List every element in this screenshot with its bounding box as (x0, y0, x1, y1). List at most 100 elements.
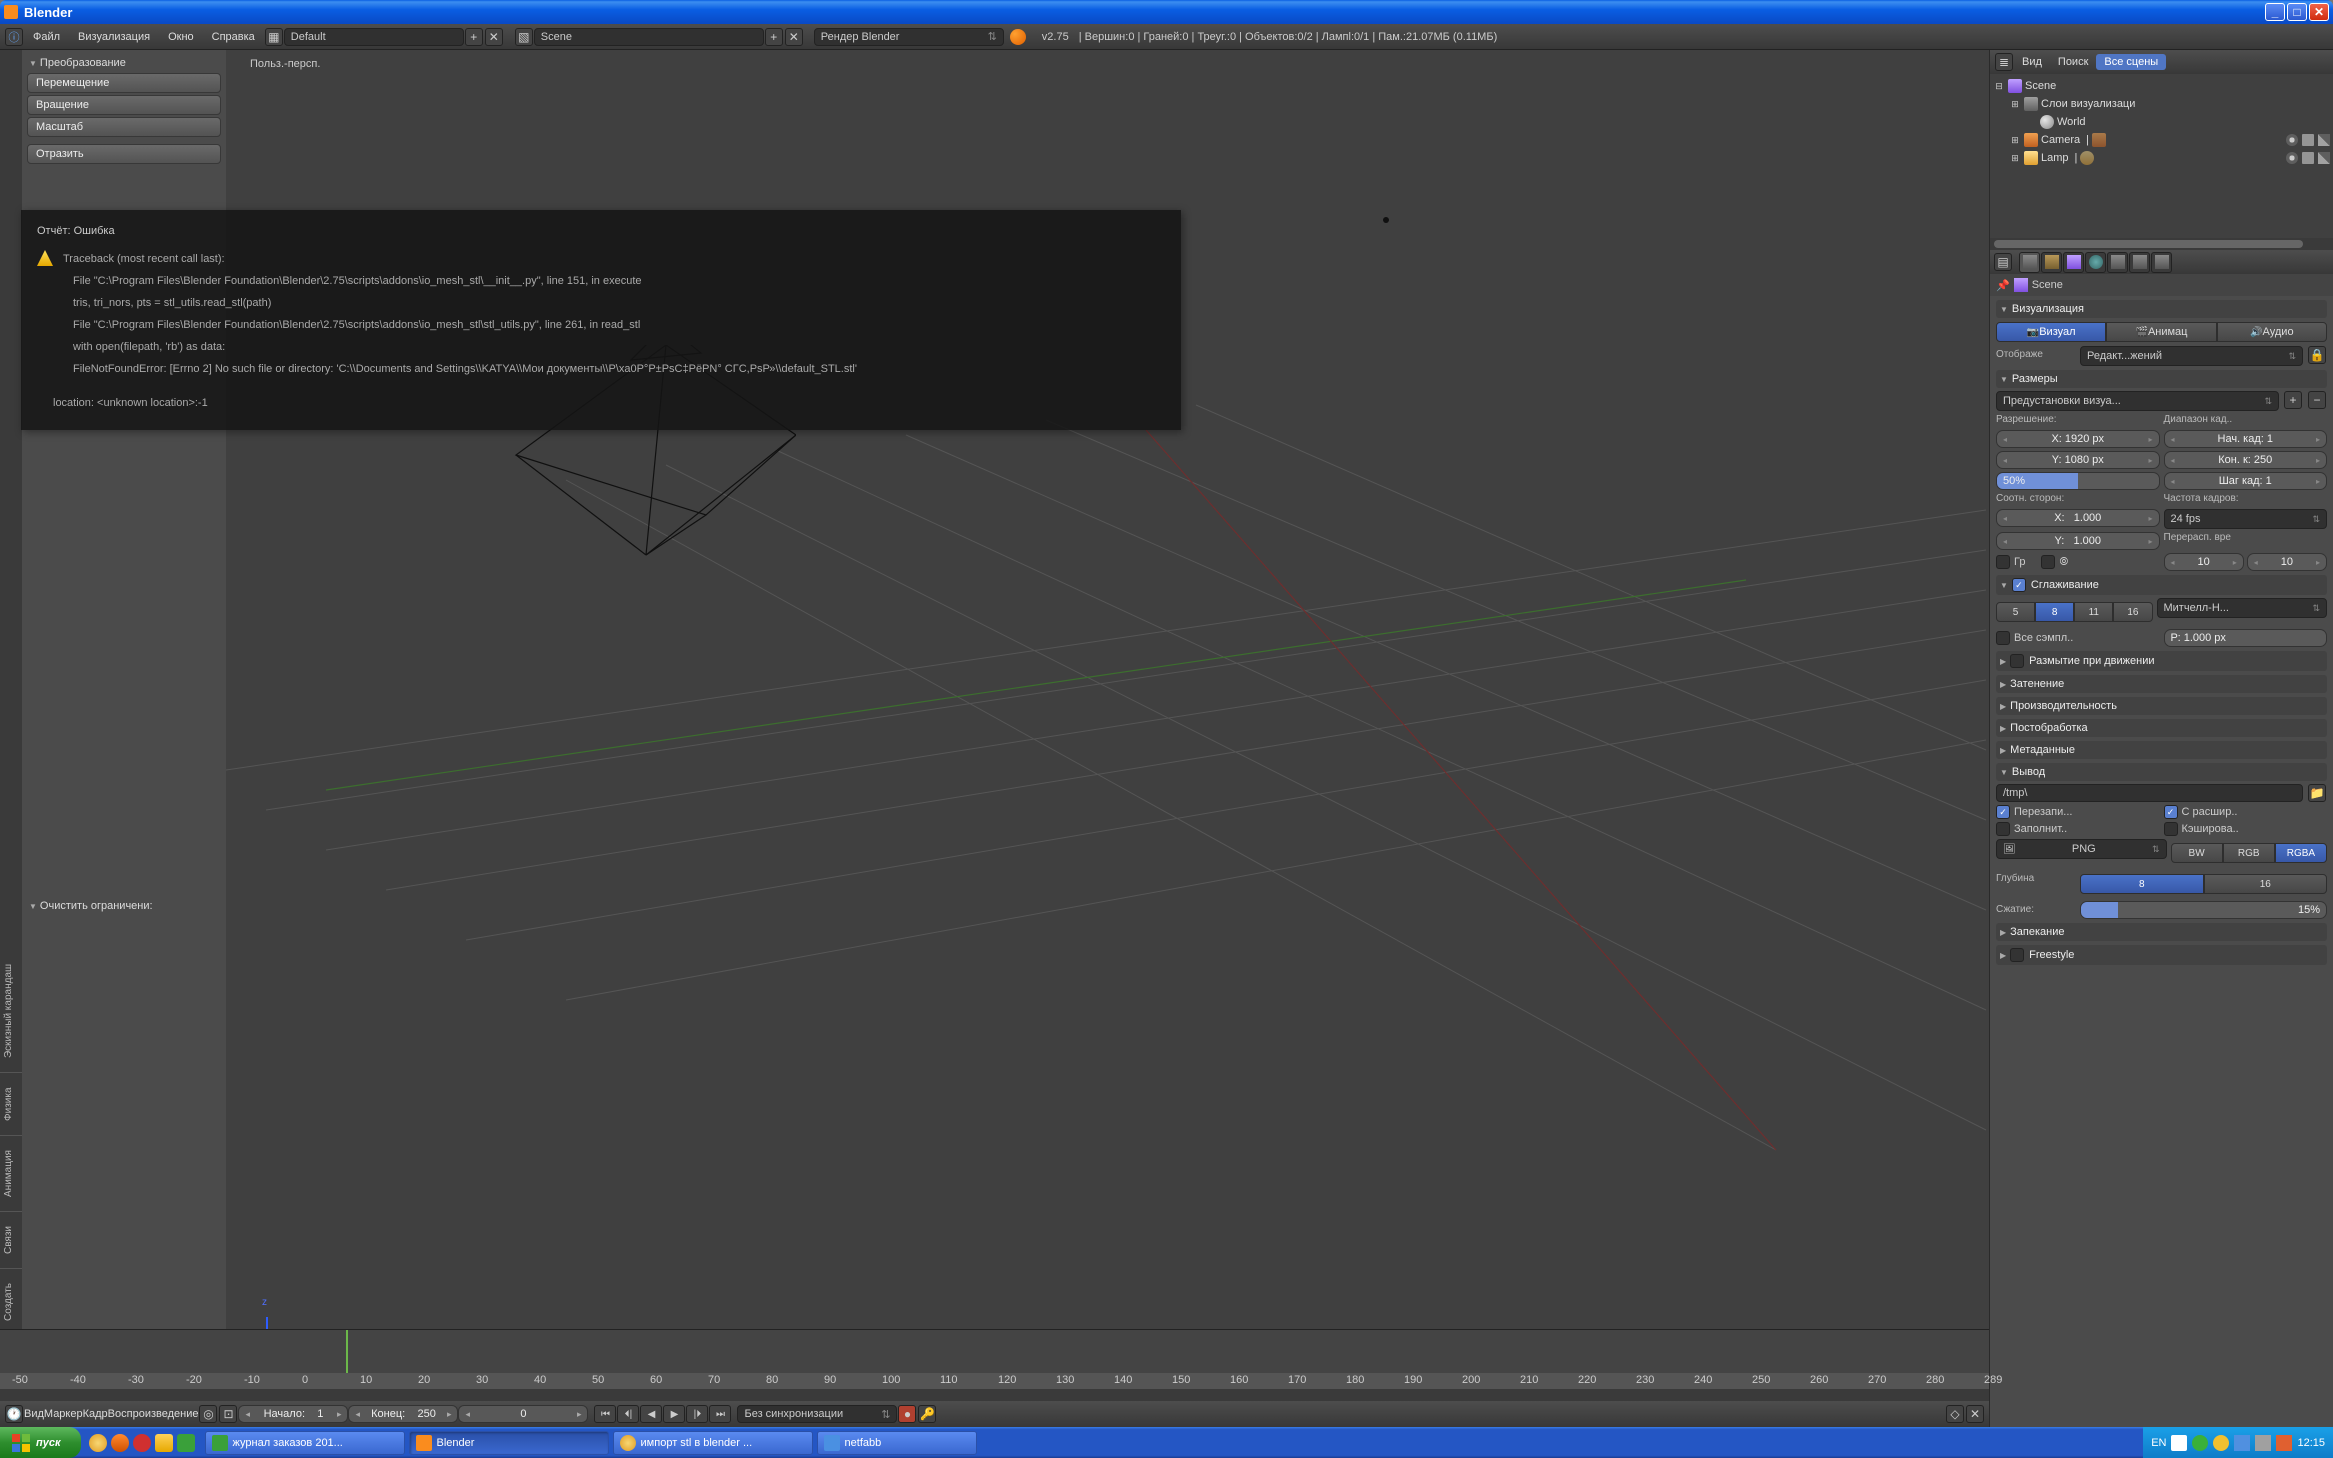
browse-folder-icon[interactable]: 📁 (2308, 784, 2326, 802)
sec-dims[interactable]: Размеры (1996, 370, 2327, 388)
3d-viewport[interactable]: Польз.-персп. Отчёт: Ошибка Traceback (m… (226, 50, 1989, 1427)
display-dropdown[interactable]: Редакт...жений (2080, 346, 2303, 366)
transform-panel-head[interactable]: Преобразование (27, 53, 221, 73)
scene-dropdown[interactable]: Scene (534, 28, 764, 46)
color-rgba[interactable]: RGBA (2275, 843, 2327, 863)
properties-editor-icon[interactable]: ▤ (1994, 253, 2012, 271)
full-sample-checkbox[interactable] (1996, 631, 2010, 645)
tab-phys[interactable]: Физика (0, 1073, 22, 1136)
lock-display-icon[interactable]: 🔒 (2308, 346, 2326, 364)
excel-icon[interactable] (177, 1434, 195, 1452)
tl-menu-playback[interactable]: Воспроизведение (108, 1408, 199, 1420)
cache-checkbox[interactable] (2164, 822, 2178, 836)
language-indicator[interactable]: EN (2151, 1437, 2166, 1449)
outliner-allscenes[interactable]: Все сцены (2096, 54, 2166, 70)
remap-new[interactable]: ◂10▸ (2247, 553, 2327, 571)
screen-layout-dropdown[interactable]: Default (284, 28, 464, 46)
color-bw[interactable]: BW (2171, 843, 2223, 863)
remap-old[interactable]: ◂10▸ (2164, 553, 2244, 571)
color-rgb[interactable]: RGB (2223, 843, 2275, 863)
jump-end-button[interactable]: ⏭ (709, 1405, 731, 1423)
outliner-view[interactable]: Вид (2014, 54, 2050, 70)
timeline-ruler[interactable]: -50-40-30-20-100102030405060708090100110… (0, 1373, 1989, 1389)
tray-icon-3[interactable] (2213, 1435, 2229, 1451)
aa-16[interactable]: 16 (2113, 602, 2152, 622)
aa-checkbox[interactable] (2012, 578, 2026, 592)
scene-remove-button[interactable]: ✕ (785, 28, 803, 46)
tab-anim[interactable]: Анимация (0, 1136, 22, 1212)
aa-filter-dropdown[interactable]: Митчелл-Н... (2157, 598, 2328, 618)
layout-grid-icon[interactable]: ▦ (265, 28, 283, 46)
select-icon[interactable] (2302, 152, 2314, 164)
res-percent[interactable]: 50% (1996, 472, 2160, 490)
keyframe-next-button[interactable]: |⏵ (686, 1405, 708, 1423)
res-y[interactable]: ◂Y: 1080 px▸ (1996, 451, 2160, 469)
overwrite-checkbox[interactable] (1996, 805, 2010, 819)
aa-11[interactable]: 11 (2074, 602, 2113, 622)
folder-icon[interactable] (155, 1434, 173, 1452)
editor-type-icon[interactable]: ⓘ (5, 28, 23, 46)
play-button[interactable]: ▶ (663, 1405, 685, 1423)
format-dropdown[interactable]: 🖼 PNG (1996, 839, 2167, 859)
timeline-track[interactable] (0, 1329, 1989, 1373)
jump-start-button[interactable]: ⏮ (594, 1405, 616, 1423)
tab-renderlayers-props[interactable] (2041, 252, 2062, 273)
render-engine-dropdown[interactable]: Рендер Blender⇅ (814, 28, 1004, 46)
output-path[interactable]: /tmp\ (1996, 784, 2303, 802)
outliner-tree[interactable]: ⊟Scene ⊞Слои визуализаци World ⊞Camera| … (1990, 74, 2333, 238)
sec-mblur[interactable]: Размытие при движении (1996, 651, 2327, 671)
outliner-scrollbar[interactable] (1990, 238, 2333, 250)
aspect-y[interactable]: ◂Y: 1.000▸ (1996, 532, 2160, 550)
tab-pencil[interactable]: Эскизный карандаш (0, 950, 22, 1073)
playhead[interactable] (346, 1330, 348, 1373)
sec-meta[interactable]: Метаданные (1996, 741, 2327, 759)
preset-add-button[interactable]: + (2284, 391, 2302, 409)
render-image-button[interactable]: 📷 Визуал (1996, 322, 2106, 342)
tab-constraints-props[interactable] (2129, 252, 2150, 273)
tray-icon-5[interactable] (2255, 1435, 2271, 1451)
tl-clip-icon[interactable]: ⊡ (219, 1405, 237, 1423)
layout-remove-button[interactable]: ✕ (485, 28, 503, 46)
properties-breadcrumb[interactable]: 📌 Scene (1990, 274, 2333, 296)
sec-shade[interactable]: Затенение (1996, 675, 2327, 693)
tl-menu-frame[interactable]: Кадр (83, 1408, 108, 1420)
depth-16[interactable]: 16 (2204, 874, 2328, 894)
render-icon[interactable] (2318, 152, 2330, 164)
crop-checkbox[interactable] (2041, 555, 2055, 569)
end-frame[interactable]: ◂Кон. к: 250▸ (2164, 451, 2328, 469)
keyingset-dropdown[interactable]: 🔑 (918, 1405, 936, 1423)
tl-range-icon[interactable]: ◎ (199, 1405, 217, 1423)
start-frame[interactable]: ◂Нач. кад: 1▸ (2164, 430, 2328, 448)
fps-dropdown[interactable]: 24 fps (2164, 509, 2328, 529)
scene-browse-icon[interactable]: ▧ (515, 28, 533, 46)
tray-icon-2[interactable] (2192, 1435, 2208, 1451)
tray-icon-4[interactable] (2234, 1435, 2250, 1451)
sec-perf[interactable]: Производительность (1996, 697, 2327, 715)
clock[interactable]: 12:15 (2297, 1437, 2325, 1449)
firefox-icon[interactable] (111, 1434, 129, 1452)
keyingset-menu[interactable]: ◇ (1946, 1405, 1964, 1423)
task-netfabb[interactable]: netfabb (817, 1431, 977, 1455)
chrome-icon[interactable] (89, 1434, 107, 1452)
layout-add-button[interactable]: + (465, 28, 483, 46)
placeholder-checkbox[interactable] (1996, 822, 2010, 836)
tab-world-props[interactable] (2085, 252, 2106, 273)
maximize-button[interactable]: □ (2287, 3, 2307, 21)
aspect-x[interactable]: ◂X: 1.000▸ (1996, 509, 2160, 527)
render-preset-dropdown[interactable]: Предустановки визуа... (1996, 391, 2279, 411)
start-button[interactable]: пуск (0, 1427, 81, 1458)
aa-8[interactable]: 8 (2035, 602, 2074, 622)
tray-icon-6[interactable] (2276, 1435, 2292, 1451)
render-anim-button[interactable]: 🎬 Анимац (2106, 322, 2216, 342)
sec-bake[interactable]: Запекание (1996, 923, 2327, 941)
task-chrome[interactable]: импорт stl в blender ... (613, 1431, 813, 1455)
tl-menu-marker[interactable]: Маркер (44, 1408, 83, 1420)
timeline-editor-icon[interactable]: 🕐 (5, 1405, 23, 1423)
tab-create[interactable]: Создать (0, 1269, 22, 1336)
tab-object-props[interactable] (2107, 252, 2128, 273)
keyingset-remove[interactable]: ✕ (1966, 1405, 1984, 1423)
opera-icon[interactable] (133, 1434, 151, 1452)
mirror-button[interactable]: Отразить (27, 144, 221, 164)
render-icon[interactable] (2318, 134, 2330, 146)
keyframe-prev-button[interactable]: ⏴| (617, 1405, 639, 1423)
